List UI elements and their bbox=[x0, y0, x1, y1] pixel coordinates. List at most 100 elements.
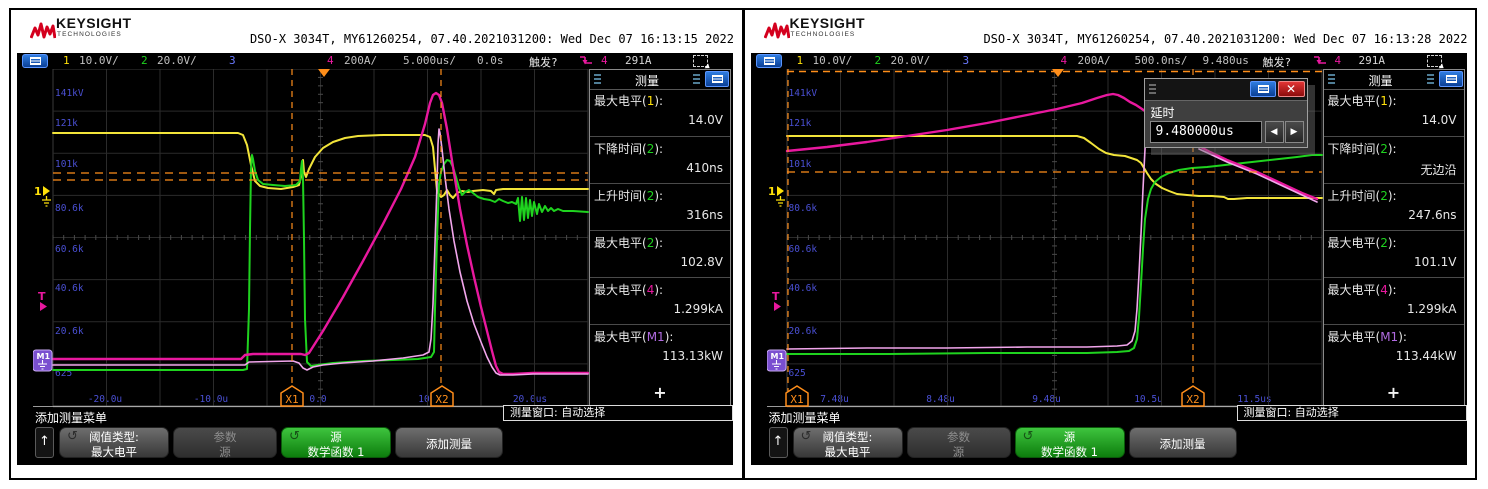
measurement-label: 最大电平(4): bbox=[594, 281, 663, 298]
measurement-value: 14.0V bbox=[688, 113, 723, 127]
delay-value-input[interactable]: 9.480000us bbox=[1150, 121, 1262, 143]
toolbar-item[interactable]: 0.0s bbox=[477, 54, 504, 67]
svg-text:T: T bbox=[38, 290, 46, 303]
toolbar-item[interactable]: 500.0ns/ bbox=[1135, 54, 1188, 67]
measurement-row[interactable]: 最大电平(4):1.299kA bbox=[1324, 277, 1464, 325]
toolbar-item[interactable]: 1 bbox=[797, 54, 804, 67]
measurement-label: 最大电平(2): bbox=[594, 234, 663, 251]
softkey-button[interactable]: ↺阈值类型:最大电平 bbox=[59, 427, 169, 458]
menu-up-button[interactable]: ↑ bbox=[35, 427, 54, 458]
dialog-close-button[interactable]: ✕ bbox=[1278, 81, 1305, 97]
measurement-value: 316ns bbox=[686, 208, 723, 222]
instrument-id-title: DSO-X 3034T, MY61260254, 07.40.202103120… bbox=[250, 32, 734, 46]
toolbar-item[interactable]: 4 bbox=[601, 54, 608, 67]
measurement-panel: 测量 最大电平(1):14.0V下降时间(2):无边沿上升时间(2):247.6… bbox=[1323, 69, 1465, 407]
menu-icon bbox=[30, 57, 41, 65]
toolbar-item[interactable]: 触发? bbox=[529, 54, 558, 70]
measurement-label: 下降时间(2): bbox=[594, 140, 663, 157]
softkey-button[interactable]: 参数源 bbox=[173, 427, 277, 458]
toolbar-item[interactable]: 2 bbox=[875, 54, 882, 67]
measurement-row[interactable]: 最大电平(4): 1.299kA bbox=[590, 277, 730, 325]
measurement-panel-title: 测量 bbox=[1324, 72, 1438, 89]
measurement-label: 最大电平(1): bbox=[594, 92, 663, 109]
delay-label: 延时 bbox=[1151, 104, 1175, 121]
menu-up-button[interactable]: ↑ bbox=[769, 427, 788, 458]
toolbar-item[interactable]: 10.0V/ bbox=[79, 54, 119, 67]
toolbar-item[interactable]: 10.0V/ bbox=[813, 54, 853, 67]
cycle-icon: ↺ bbox=[801, 430, 812, 444]
measurement-panel: 测量 最大电平(1): 14.0V 下降时间(2):410ns上升时间(2):316… bbox=[589, 69, 731, 407]
measurement-value: 102.8V bbox=[680, 255, 723, 269]
delay-decrement-button[interactable]: ◀ bbox=[1265, 121, 1284, 143]
measurement-panel-titlebar[interactable]: 测量 bbox=[1324, 70, 1464, 90]
svg-text:X2: X2 bbox=[435, 393, 448, 406]
toolbar-item[interactable]: 触发? bbox=[1263, 54, 1292, 70]
waveform-plot[interactable]: X1X21TM1 bbox=[33, 69, 589, 415]
toolbar-item[interactable]: 200A/ bbox=[1078, 54, 1111, 67]
softkey-button[interactable]: 参数源 bbox=[907, 427, 1011, 458]
measurement-value: 247.6ns bbox=[1408, 208, 1456, 222]
toolbar-item[interactable]: 200A/ bbox=[344, 54, 377, 67]
measurement-value: 14.0V bbox=[1422, 113, 1457, 127]
dialog-menu-button[interactable] bbox=[1250, 81, 1276, 97]
scope-screenshot-left: KEYSIGHT TECHNOLOGIES DSO-X 3034T, MY612… bbox=[14, 12, 736, 474]
measurement-row[interactable]: 上升时间(2):316ns bbox=[590, 183, 730, 231]
measurement-row[interactable]: 最大电平(2): 102.8V bbox=[590, 230, 730, 278]
selection-cursor-icon[interactable] bbox=[1427, 55, 1442, 67]
measurement-row[interactable]: 最大电平(1):14.0V bbox=[1324, 89, 1464, 136]
measurement-row[interactable]: 上升时间(2):247.6ns bbox=[1324, 183, 1464, 231]
softkey-button[interactable]: ↺阈值类型:最大电平 bbox=[793, 427, 903, 458]
toolbar-item[interactable]: 291A bbox=[1359, 54, 1386, 67]
svg-text:X2: X2 bbox=[1186, 393, 1199, 406]
main-menu-button[interactable] bbox=[756, 54, 782, 68]
softkey-button[interactable]: 添加测量 bbox=[395, 427, 503, 458]
toolbar-item[interactable]: 4 bbox=[327, 54, 334, 67]
scope-screenshot-right: KEYSIGHT TECHNOLOGIES DSO-X 3034T, MY612… bbox=[748, 12, 1470, 474]
toolbar-item[interactable]: 4 bbox=[1335, 54, 1342, 67]
left-cell: KEYSIGHT TECHNOLOGIES DSO-X 3034T, MY612… bbox=[11, 10, 742, 478]
measurement-menu-button[interactable] bbox=[1439, 71, 1463, 87]
main-menu-button[interactable] bbox=[22, 54, 48, 68]
toolbar-item[interactable]: 2 bbox=[141, 54, 148, 67]
measurement-panel-titlebar[interactable]: 测量 bbox=[590, 70, 730, 90]
add-measurement-plus-button[interactable]: + bbox=[1324, 383, 1464, 402]
instrument-id-title: DSO-X 3034T, MY61260254, 07.40.202103120… bbox=[983, 32, 1467, 46]
softkey-button[interactable]: 添加测量 bbox=[1129, 427, 1237, 458]
measurement-panel-title: 测量 bbox=[590, 72, 704, 89]
toolbar-item[interactable]: 1 bbox=[63, 54, 70, 67]
toolbar-item[interactable]: 291A bbox=[625, 54, 652, 67]
softkey-button[interactable]: ↺源数学函数 1 bbox=[281, 427, 391, 458]
delay-dialog-titlebar[interactable]: ✕ bbox=[1145, 79, 1307, 101]
toolbar-item[interactable]: 4 bbox=[1061, 54, 1068, 67]
drag-handle-icon[interactable] bbox=[1427, 74, 1434, 84]
toolbar-item[interactable]: 5.000us/ bbox=[403, 54, 456, 67]
measurement-row[interactable]: 下降时间(2):无边沿 bbox=[1324, 136, 1464, 184]
drag-handle-icon[interactable] bbox=[693, 74, 700, 84]
svg-text:X1: X1 bbox=[285, 393, 298, 406]
selection-cursor-icon[interactable] bbox=[693, 55, 708, 67]
measurement-row[interactable]: 最大电平(M1):113.44kW bbox=[1324, 324, 1464, 372]
toolbar-item[interactable]: 9.480us bbox=[1203, 54, 1249, 67]
toolbar-item[interactable]: 3 bbox=[229, 54, 236, 67]
measurement-window-status: 测量窗口: 自动选择 bbox=[503, 405, 733, 421]
softkey-button[interactable]: ↺源数学函数 1 bbox=[1015, 427, 1125, 458]
measurement-row[interactable]: 最大电平(M1):113.13kW bbox=[590, 324, 730, 372]
toolbar-item[interactable]: 20.0V/ bbox=[157, 54, 197, 67]
toolbar-item[interactable]: 20.0V/ bbox=[891, 54, 931, 67]
right-cell: KEYSIGHT TECHNOLOGIES DSO-X 3034T, MY612… bbox=[742, 10, 1476, 478]
measurement-label: 最大电平(M1): bbox=[594, 328, 673, 345]
measurement-row[interactable]: 最大电平(2):101.1V bbox=[1324, 230, 1464, 278]
measurement-row[interactable]: 下降时间(2):410ns bbox=[590, 136, 730, 184]
drag-handle-icon[interactable] bbox=[1149, 84, 1156, 94]
add-measurement-plus-button[interactable]: + bbox=[590, 383, 730, 402]
measurement-menu-button[interactable] bbox=[705, 71, 729, 87]
trigger-position-marker[interactable] bbox=[1052, 69, 1064, 77]
trigger-position-marker[interactable] bbox=[318, 69, 330, 77]
measurement-value: 1.299kA bbox=[673, 302, 723, 316]
toolbar-item[interactable]: 3 bbox=[963, 54, 970, 67]
delay-increment-button[interactable]: ▶ bbox=[1285, 121, 1304, 143]
scope-header: KEYSIGHT TECHNOLOGIES DSO-X 3034T, MY612… bbox=[14, 12, 736, 52]
brand-name: KEYSIGHT bbox=[790, 15, 866, 31]
measurement-label: 最大电平(M1): bbox=[1328, 328, 1407, 345]
measurement-row[interactable]: 最大电平(1): 14.0V bbox=[590, 89, 730, 136]
